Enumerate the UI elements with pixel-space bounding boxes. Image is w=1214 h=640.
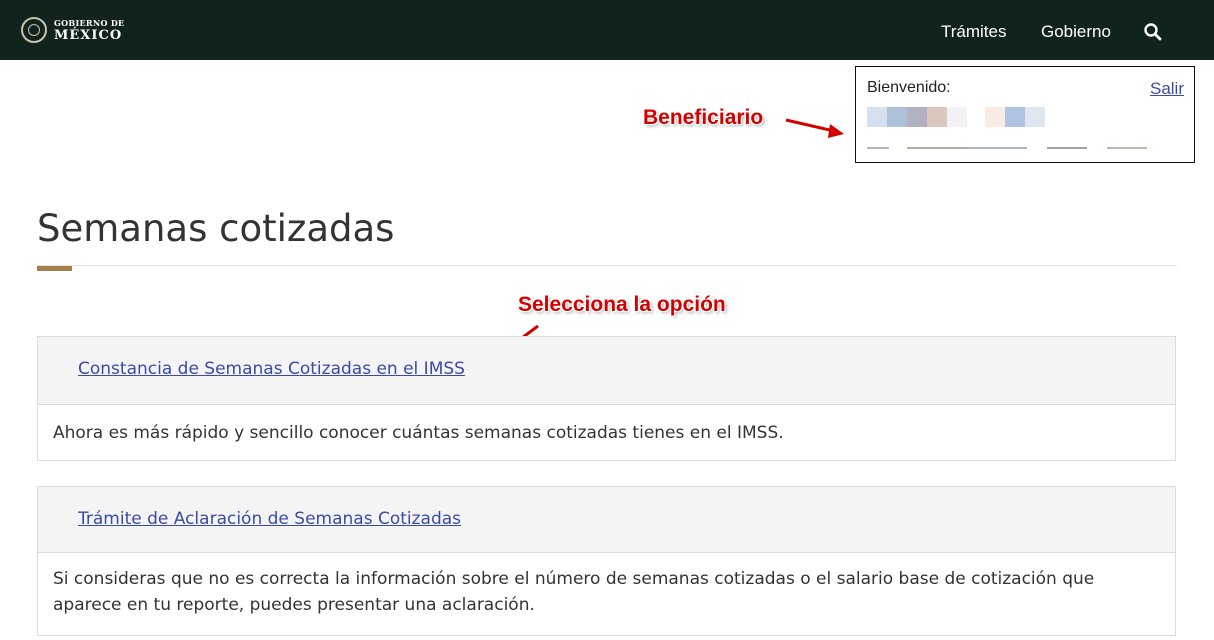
- nav-link-tramites[interactable]: Trámites: [941, 22, 1007, 42]
- redacted-user-details: [867, 147, 1147, 150]
- page-title: Semanas cotizadas: [37, 207, 395, 250]
- logo-small-text: GOBIERNO DE: [54, 17, 125, 28]
- search-icon[interactable]: [1143, 22, 1163, 42]
- card-header: Constancia de Semanas Cotizadas en el IM…: [38, 337, 1175, 405]
- card-constancia: Constancia de Semanas Cotizadas en el IM…: [37, 336, 1176, 461]
- gobierno-mexico-logo[interactable]: GOBIERNO DE MÉXICO: [21, 13, 124, 47]
- annotation-beneficiario: Beneficiario: [643, 106, 764, 129]
- redacted-user-name: [867, 107, 1045, 127]
- top-navbar: GOBIERNO DE MÉXICO Trámites Gobierno: [0, 0, 1214, 60]
- link-constancia-semanas-cotizadas[interactable]: Constancia de Semanas Cotizadas en el IM…: [78, 359, 465, 379]
- nav-link-gobierno[interactable]: Gobierno: [1041, 22, 1111, 42]
- link-tramite-aclaracion[interactable]: Trámite de Aclaración de Semanas Cotizad…: [78, 509, 461, 529]
- card-aclaracion: Trámite de Aclaración de Semanas Cotizad…: [37, 486, 1176, 636]
- annotation-selecciona: Selecciona la opción: [518, 293, 726, 316]
- card-description: Ahora es más rápido y sencillo conocer c…: [53, 423, 784, 443]
- title-accent-bar: [37, 266, 72, 271]
- title-divider: [37, 265, 1177, 266]
- card-header: Trámite de Aclaración de Semanas Cotizad…: [38, 487, 1175, 553]
- logout-link[interactable]: Salir: [1150, 79, 1184, 99]
- annotation-arrow-beneficiario: [785, 118, 844, 138]
- coat-of-arms-icon: [21, 17, 47, 43]
- logo-big-text: MÉXICO: [54, 27, 123, 43]
- card-description: Si consideras que no es correcta la info…: [53, 569, 1095, 615]
- welcome-box: Bienvenido: Salir: [855, 66, 1195, 163]
- welcome-label: Bienvenido:: [867, 79, 951, 96]
